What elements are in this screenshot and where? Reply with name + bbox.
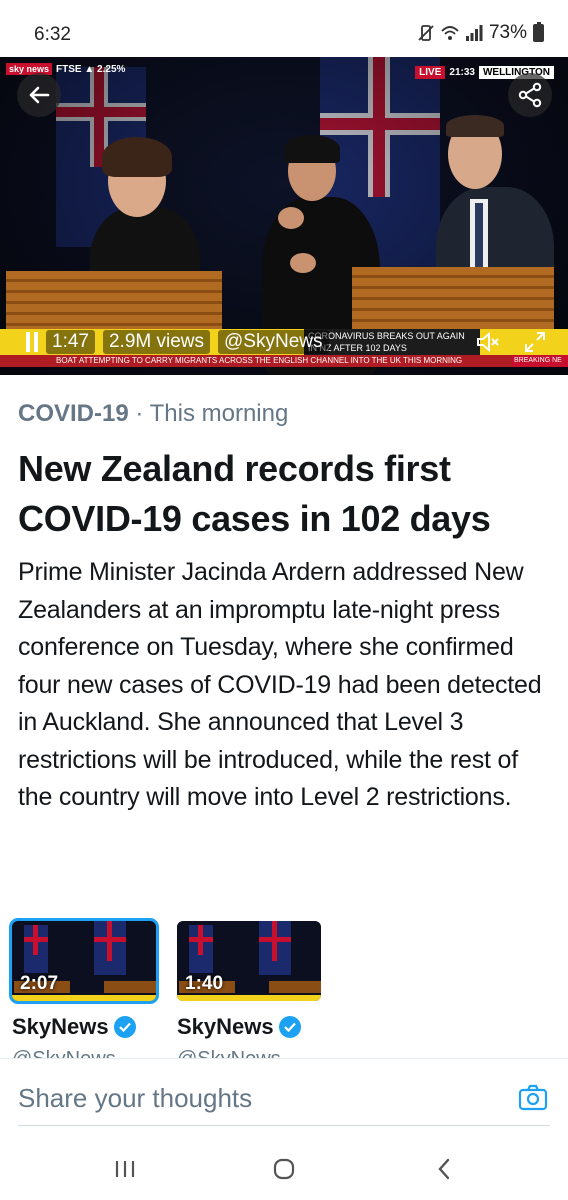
back-button[interactable] — [17, 73, 61, 117]
sub-ticker: BOAT ATTEMPTING TO CARRY MIGRANTS ACROSS… — [0, 355, 568, 367]
video-player[interactable]: sky news FTSE ▲ 2.25% LIVE 21:33 WELLING… — [0, 57, 568, 375]
chevron-left-icon — [438, 1158, 450, 1180]
article-meta: COVID-19 · This morning — [18, 400, 289, 427]
article-body: Prime Minister Jacinda Ardern addressed … — [18, 558, 542, 811]
article-time: This morning — [149, 400, 289, 427]
share-button[interactable] — [508, 73, 552, 117]
broadcast-badges: sky news FTSE ▲ 2.25% — [6, 63, 125, 75]
mute-vibrate-icon — [418, 25, 434, 41]
home-button[interactable] — [269, 1154, 299, 1184]
channel-handle: @SkyNews — [218, 330, 329, 354]
status-time: 6:32 — [34, 24, 71, 45]
camera-icon[interactable] — [518, 1083, 548, 1111]
author-name: SkyNews — [12, 1014, 109, 1039]
related-author[interactable]: SkyNews — [177, 1014, 301, 1040]
author-name: SkyNews — [177, 1014, 274, 1039]
related-video-thumbnail[interactable]: 2:07 — [12, 921, 156, 1001]
video-controls: 1:47 2.9M views @SkyNews — [26, 329, 329, 355]
mute-icon[interactable] — [476, 331, 500, 353]
video-duration: 2:07 — [20, 973, 59, 994]
ftse-ticker: FTSE ▲ 2.25% — [56, 63, 126, 75]
live-badge: LIVE — [415, 66, 446, 79]
recent-apps-button[interactable] — [110, 1154, 140, 1184]
video-duration: 1:40 — [185, 973, 224, 994]
pause-icon[interactable] — [26, 332, 38, 352]
status-bar: 6:32 73% — [0, 0, 568, 56]
related-author[interactable]: SkyNews — [12, 1014, 136, 1040]
breaking-badge-right: BREAKING NE — [512, 355, 568, 367]
article-topic[interactable]: COVID-19 — [18, 400, 129, 427]
arrow-left-icon — [29, 86, 50, 104]
reply-composer: Share your thoughts — [0, 1058, 568, 1138]
back-nav-button[interactable] — [429, 1154, 459, 1184]
verified-badge-icon — [113, 1016, 136, 1038]
home-icon — [273, 1158, 295, 1180]
signal-icon — [465, 25, 483, 41]
battery-icon — [533, 22, 544, 42]
article-headline: New Zealand records first COVID-19 cases… — [18, 448, 491, 539]
system-nav-bar — [0, 1138, 568, 1200]
ticker-headline: CORONAVIRUS BREAKS OUT AGAIN IN NZ AFTER… — [304, 329, 480, 355]
related-video-thumbnail[interactable]: 1:40 — [177, 921, 321, 1001]
view-count: 2.9M views — [102, 330, 211, 354]
broadcast-clock: 21:33 — [449, 67, 475, 78]
recent-apps-icon — [115, 1161, 135, 1177]
verified-badge-icon — [278, 1016, 301, 1038]
composer-underline — [18, 1125, 550, 1126]
wifi-icon — [441, 26, 459, 40]
share-icon — [518, 82, 542, 108]
status-icons: 73% — [417, 22, 544, 44]
battery-percent: 73% — [488, 22, 527, 43]
playback-position: 1:47 — [46, 330, 95, 354]
share-thoughts-input[interactable]: Share your thoughts — [18, 1083, 252, 1114]
fullscreen-icon[interactable] — [524, 331, 546, 353]
